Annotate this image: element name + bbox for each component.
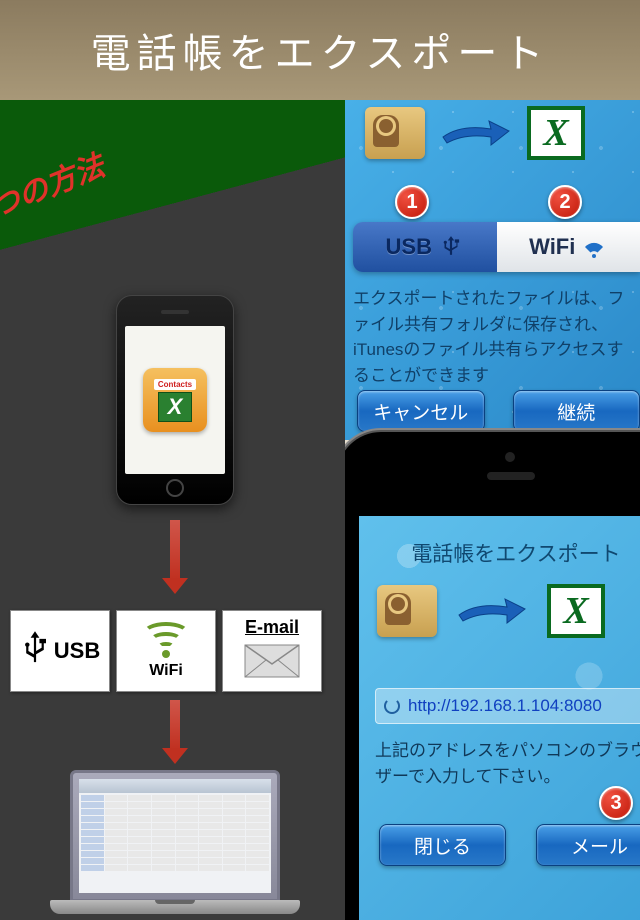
step-badge-2: 2	[548, 185, 582, 219]
arrow-down-icon	[170, 520, 180, 580]
contacts-icon	[365, 107, 425, 159]
left-panel: 3つの方法 Contacts X USB WiFi E-m	[0, 100, 345, 920]
wifi-icon	[581, 234, 607, 260]
wifi-method: WiFi	[116, 610, 216, 692]
excel-icon: X	[547, 584, 605, 638]
info-text: エクスポートされたファイルは、ファイル共有フォルダに保存され、iTunesのファ…	[353, 286, 640, 388]
contacts-icon	[377, 585, 437, 637]
usb-method: USB	[10, 610, 110, 692]
mode-segment[interactable]: USB WiFi	[353, 222, 640, 272]
method-icons: USB WiFi E-mail	[10, 610, 322, 692]
hint-text: 上記のアドレスをパソコンのブラウザーで入力して下さい。	[375, 738, 640, 789]
conversion-icons: X	[365, 100, 640, 165]
segment-wifi[interactable]: WiFi	[497, 222, 640, 272]
contacts-app-icon: Contacts X	[143, 368, 207, 432]
continue-button[interactable]: 継続	[513, 390, 640, 432]
arrow-right-icon	[441, 119, 511, 147]
step-badge-3: 3	[599, 786, 633, 820]
phone-screen-2: 電話帳をエクスポート X http://192.168.1.104:8080 ▾…	[359, 516, 640, 920]
laptop-illustration	[50, 770, 300, 920]
top-banner: 電話帳をエクスポート	[0, 0, 640, 100]
email-method: E-mail	[222, 610, 322, 692]
mail-icon	[244, 644, 300, 678]
excel-icon: X	[527, 106, 585, 160]
usb-icon	[20, 629, 50, 673]
methods-label: 3つの方法	[0, 141, 110, 233]
cancel-button[interactable]: キャンセル	[357, 390, 485, 432]
url-text: http://192.168.1.104:8080	[408, 696, 639, 716]
spinner-icon	[384, 698, 400, 714]
mail-button[interactable]: メール	[536, 824, 640, 866]
green-header: 3つの方法	[0, 100, 345, 280]
phone-screen-1: X 1 2 USB WiFi エクスポートされたファイルは、ファイル共有フォルダ…	[345, 100, 640, 440]
mini-phone: Contacts X	[116, 295, 234, 505]
banner-title: 電話帳をエクスポート	[91, 21, 550, 79]
screen-title: 電話帳をエクスポート	[359, 538, 640, 568]
usb-icon	[438, 234, 464, 260]
close-button[interactable]: 閉じる	[379, 824, 506, 866]
url-box[interactable]: http://192.168.1.104:8080 ▾	[375, 688, 640, 724]
step-badge-1: 1	[395, 185, 429, 219]
arrow-right-icon	[457, 597, 527, 625]
main-area: 3つの方法 Contacts X USB WiFi E-m	[0, 100, 640, 920]
conversion-icons: X	[377, 584, 640, 638]
wifi-icon	[142, 622, 190, 660]
segment-usb[interactable]: USB	[353, 222, 497, 272]
right-panel: X 1 2 USB WiFi エクスポートされたファイルは、ファイル共有フォルダ…	[345, 100, 640, 920]
arrow-down-icon	[170, 700, 180, 750]
phone-frame-2: 電話帳をエクスポート X http://192.168.1.104:8080 ▾…	[345, 430, 640, 920]
